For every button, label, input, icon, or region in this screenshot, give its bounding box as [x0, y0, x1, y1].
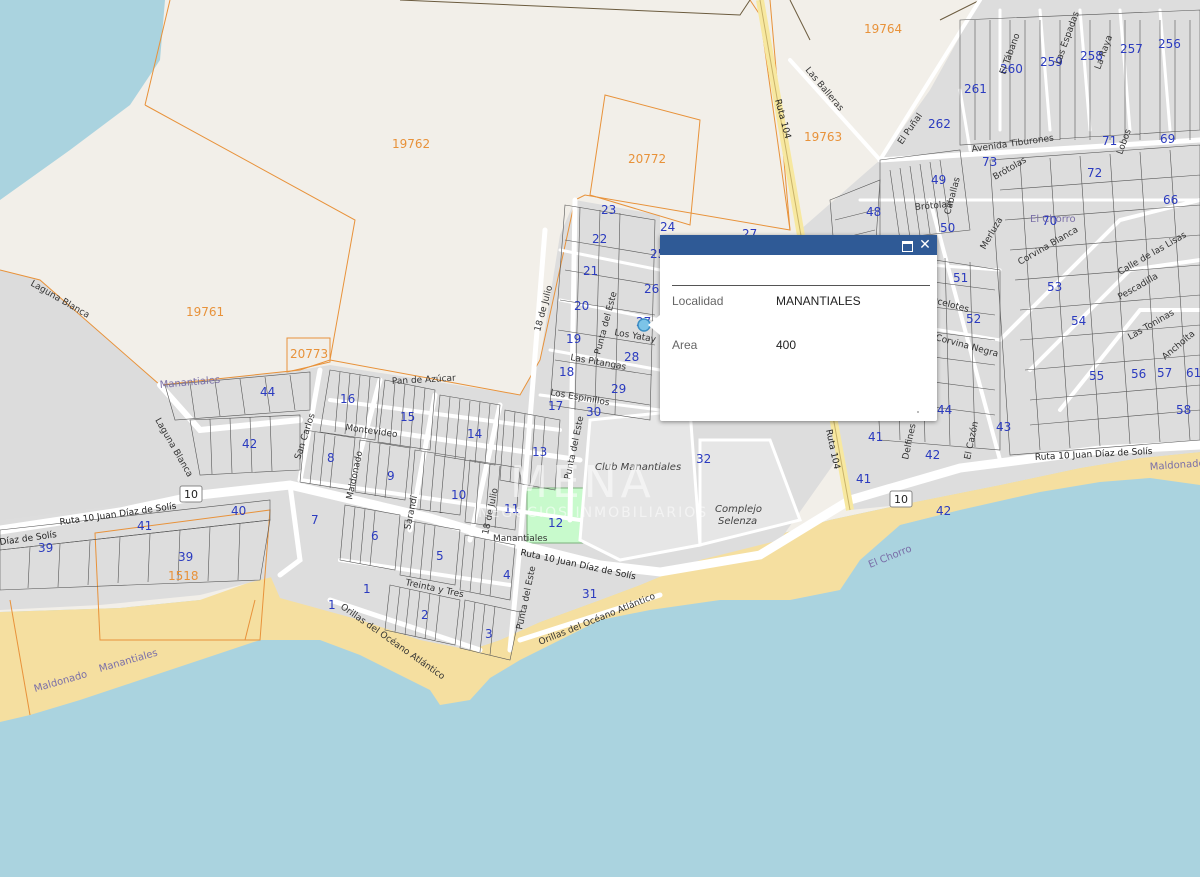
- block-label[interactable]: 57: [1157, 366, 1172, 380]
- map-canvas[interactable]: 19762 19761 19764 19763 20772 20773 1518…: [0, 0, 1200, 877]
- place-label: Complejo: [715, 504, 762, 515]
- block-label[interactable]: 23: [601, 203, 616, 217]
- block-label[interactable]: 3: [485, 627, 493, 641]
- block-label[interactable]: 43: [996, 420, 1011, 434]
- watermark-logo: MENA: [510, 457, 655, 508]
- block-label[interactable]: 49: [931, 173, 946, 187]
- block-label[interactable]: 48: [866, 205, 881, 219]
- block-label[interactable]: 40: [231, 504, 246, 518]
- block-label[interactable]: 44: [260, 385, 275, 399]
- popup-pointer: [648, 315, 660, 335]
- block-label[interactable]: 261: [964, 82, 987, 96]
- block-label[interactable]: 4: [503, 568, 511, 582]
- block-label[interactable]: 58: [1176, 403, 1191, 417]
- popup-resize-dot: [917, 411, 919, 413]
- parcel-label-19764[interactable]: 19764: [864, 22, 902, 36]
- block-label[interactable]: 41: [868, 430, 883, 444]
- block-label[interactable]: 66: [1163, 193, 1178, 207]
- parcel-label-1518[interactable]: 1518: [168, 569, 199, 583]
- block-label[interactable]: 51: [953, 271, 968, 285]
- block-label[interactable]: 30: [586, 405, 601, 419]
- block-label[interactable]: 8: [327, 451, 335, 465]
- block-label[interactable]: 41: [137, 519, 152, 533]
- block-label[interactable]: 72: [1087, 166, 1102, 180]
- block-label[interactable]: 6: [371, 529, 379, 543]
- field-key: Area: [672, 338, 698, 352]
- block-label[interactable]: 17: [548, 399, 563, 413]
- block-label[interactable]: 42: [925, 448, 940, 462]
- block-label[interactable]: 32: [696, 452, 711, 466]
- close-icon[interactable]: ✕: [917, 237, 933, 253]
- block-label[interactable]: 5: [436, 549, 444, 563]
- popup-header: ✕: [660, 235, 937, 255]
- block-label[interactable]: 53: [1047, 280, 1062, 294]
- block-label[interactable]: 31: [582, 587, 597, 601]
- parcel-label-20773[interactable]: 20773: [290, 347, 328, 361]
- block-label[interactable]: 15: [400, 410, 415, 424]
- parcel-label-20772[interactable]: 20772: [628, 152, 666, 166]
- watermark-tagline: NEGOCIOS INMOBILIARIOS: [478, 505, 708, 521]
- block-label[interactable]: 1: [363, 582, 371, 596]
- block-label[interactable]: 1: [328, 598, 336, 612]
- block-label[interactable]: 14: [467, 427, 482, 441]
- block-label[interactable]: 39: [178, 550, 193, 564]
- block-label[interactable]: 19: [566, 332, 581, 346]
- block-label[interactable]: 54: [1071, 314, 1086, 328]
- block-label[interactable]: 29: [611, 382, 626, 396]
- block-label[interactable]: 61: [1186, 366, 1200, 380]
- field-key: Localidad: [672, 294, 724, 308]
- block-label[interactable]: 50: [940, 221, 955, 235]
- block-label[interactable]: 257: [1120, 42, 1143, 56]
- block-label[interactable]: 21: [583, 264, 598, 278]
- block-label[interactable]: 26: [644, 282, 659, 296]
- popup-divider: [672, 285, 930, 286]
- parcel-label-19761[interactable]: 19761: [186, 305, 224, 319]
- block-label[interactable]: 69: [1160, 132, 1175, 146]
- block-label[interactable]: 44: [937, 403, 952, 417]
- place-label: Selenza: [718, 516, 757, 527]
- place-label: Manantiales: [493, 534, 548, 544]
- route-shield-10-east: 10: [889, 490, 913, 508]
- block-label[interactable]: 42: [242, 437, 257, 451]
- parcel-label-19762[interactable]: 19762: [392, 137, 430, 151]
- block-label[interactable]: 20: [574, 299, 589, 313]
- block-label[interactable]: 7: [311, 513, 319, 527]
- block-label[interactable]: 2: [421, 608, 429, 622]
- block-label[interactable]: 256: [1158, 37, 1181, 51]
- field-value: MANANTIALES: [776, 294, 861, 308]
- block-label[interactable]: 16: [340, 392, 355, 406]
- block-label[interactable]: 10: [451, 488, 466, 502]
- block-label[interactable]: 24: [660, 220, 675, 234]
- block-label[interactable]: 262: [928, 117, 951, 131]
- route-shield-10-west: 10: [179, 485, 203, 503]
- block-label[interactable]: 55: [1089, 369, 1104, 383]
- block-label[interactable]: 39: [38, 541, 53, 555]
- block-label[interactable]: 22: [592, 232, 607, 246]
- svg-text:10: 10: [184, 488, 198, 501]
- place-label: El Chorro: [1030, 214, 1076, 225]
- info-popup: ✕ Localidad MANANTIALES Area 400: [648, 235, 937, 421]
- parcel-label-19763[interactable]: 19763: [804, 130, 842, 144]
- block-label[interactable]: 56: [1131, 367, 1146, 381]
- block-label[interactable]: 42: [936, 504, 951, 518]
- block-label[interactable]: 52: [966, 312, 981, 326]
- svg-text:10: 10: [894, 493, 908, 506]
- block-label[interactable]: 9: [387, 469, 395, 483]
- field-value: 400: [776, 338, 797, 352]
- maximize-icon[interactable]: [899, 237, 915, 253]
- block-label[interactable]: 73: [982, 155, 997, 169]
- block-label[interactable]: 71: [1102, 134, 1117, 148]
- block-label[interactable]: 41: [856, 472, 871, 486]
